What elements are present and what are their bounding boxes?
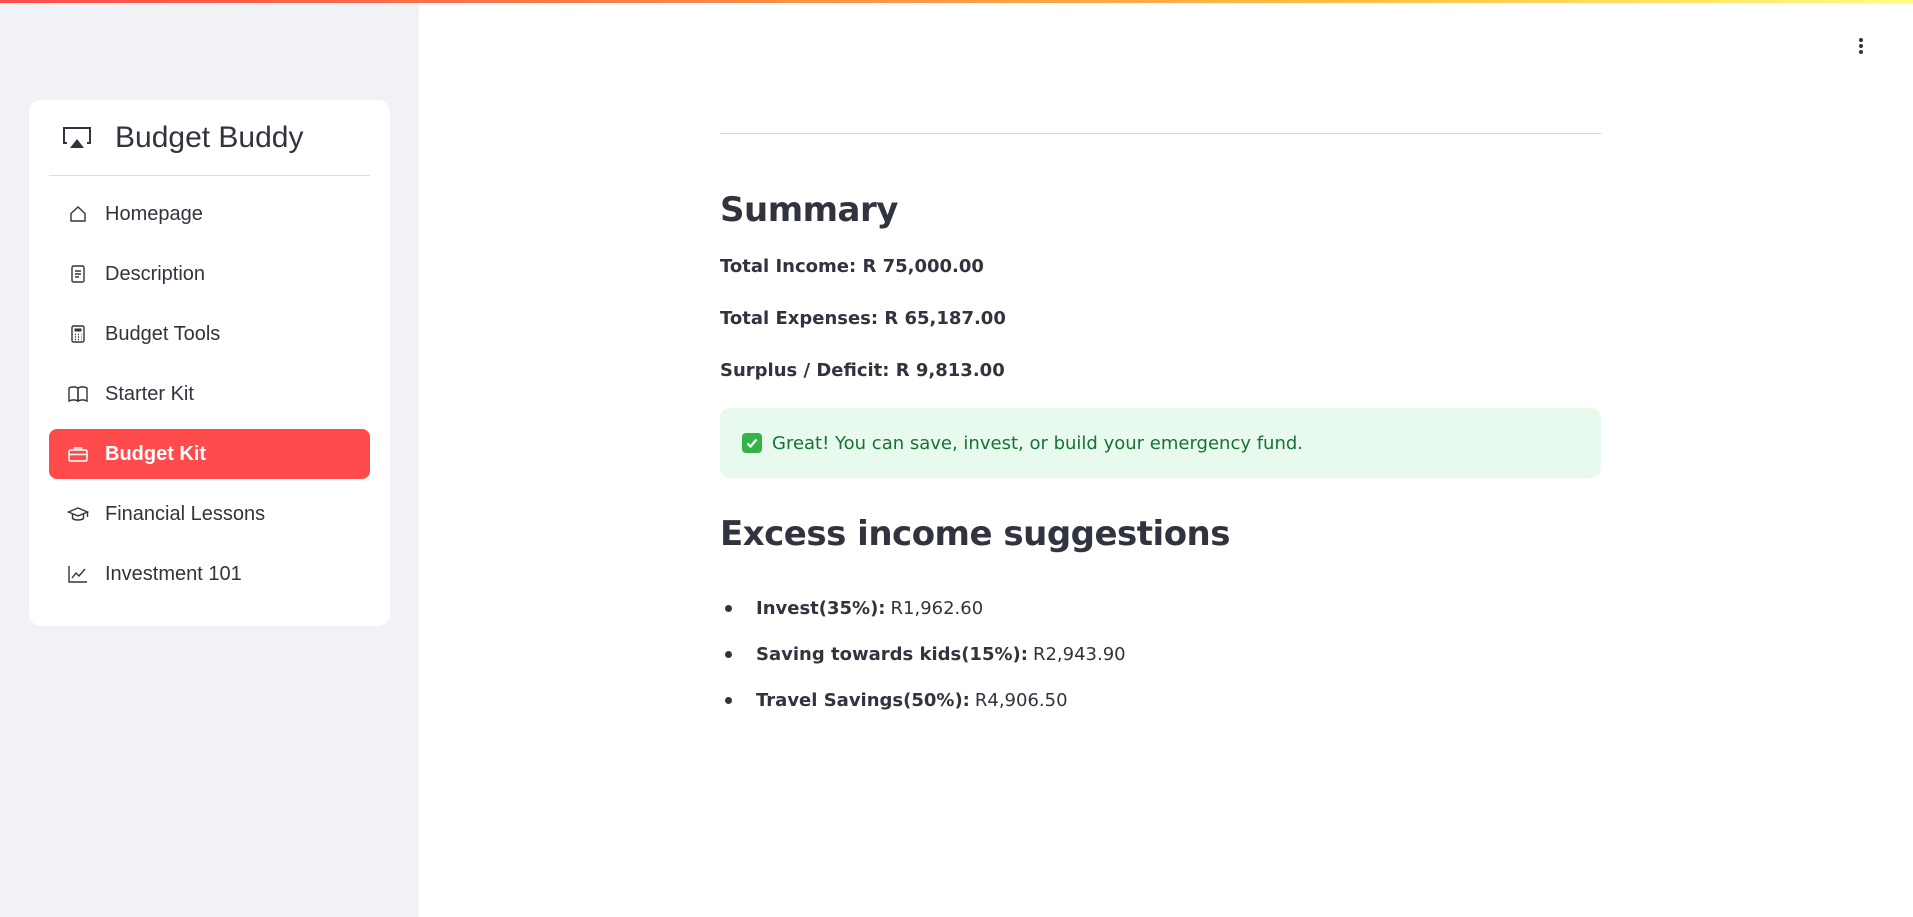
bullet-icon [725, 696, 732, 704]
app-title: Budget Buddy [115, 120, 304, 154]
divider [720, 133, 1601, 134]
surplus-deficit: Surplus / Deficit: R 9,813.00 [720, 360, 1005, 381]
nav-item-label: Budget Tools [105, 322, 221, 345]
top-decoration-bar [0, 0, 1913, 3]
nav-item-starter-kit[interactable]: Starter Kit [49, 369, 370, 419]
briefcase-icon [67, 443, 89, 465]
nav-item-label: Description [105, 262, 206, 285]
total-expenses-value: R 65,187.00 [884, 308, 1006, 329]
brand-header: Budget Buddy [49, 100, 370, 176]
success-alert: Great! You can save, invest, or build yo… [720, 408, 1601, 478]
nav-item-label: Homepage [105, 202, 203, 225]
graduation-cap-icon [67, 503, 89, 525]
suggestion-label: Saving towards kids(15%): [756, 643, 1028, 665]
excess-income-heading: Excess income suggestions [720, 514, 1231, 554]
document-icon [67, 263, 89, 285]
total-income-value: R 75,000.00 [862, 256, 984, 277]
nav-item-label: Financial Lessons [105, 502, 266, 525]
suggestion-value: R1,962.60 [890, 597, 984, 619]
book-icon [67, 383, 89, 405]
summary-heading: Summary [720, 190, 898, 230]
total-income: Total Income: R 75,000.00 [720, 256, 984, 277]
vertical-dots-icon[interactable] [1849, 34, 1873, 58]
nav-item-label: Starter Kit [105, 382, 194, 405]
bullet-icon [725, 604, 732, 612]
nav-item-investment-101[interactable]: Investment 101 [49, 549, 370, 599]
nav-item-label: Budget Kit [105, 442, 207, 465]
nav-item-homepage[interactable]: Homepage [49, 189, 370, 239]
suggestion-label: Invest(35%): [756, 597, 886, 619]
nav-item-budget-tools[interactable]: Budget Tools [49, 309, 370, 359]
nav-menu: Budget Buddy Homepage Description Budget… [29, 100, 390, 626]
bullet-icon [725, 650, 732, 658]
nav-item-description[interactable]: Description [49, 249, 370, 299]
total-expenses-label: Total Expenses: [720, 308, 879, 329]
total-expenses: Total Expenses: R 65,187.00 [720, 308, 1006, 329]
surplus-deficit-label: Surplus / Deficit: [720, 360, 890, 381]
home-icon [67, 203, 89, 225]
nav-item-budget-kit[interactable]: Budget Kit [49, 429, 370, 479]
line-chart-icon [67, 563, 89, 585]
check-mark-icon [742, 433, 762, 453]
airplay-icon [61, 124, 97, 152]
nav-item-financial-lessons[interactable]: Financial Lessons [49, 489, 370, 539]
alert-message: Great! You can save, invest, or build yo… [772, 432, 1304, 454]
suggestion-list: Invest(35%): R1,962.60 Saving towards ki… [720, 580, 1601, 728]
suggestion-value: R2,943.90 [1032, 643, 1126, 665]
total-income-label: Total Income: [720, 256, 857, 277]
suggestion-label: Travel Savings(50%): [756, 689, 970, 711]
calculator-icon [67, 323, 89, 345]
nav-list: Homepage Description Budget Tools Starte… [49, 189, 370, 609]
suggestion-value: R4,906.50 [974, 689, 1068, 711]
surplus-deficit-value: R 9,813.00 [895, 360, 1005, 381]
list-item: Travel Savings(50%): R4,906.50 [720, 672, 1601, 728]
sidebar: Budget Buddy Homepage Description Budget… [0, 0, 419, 917]
nav-item-label: Investment 101 [105, 562, 242, 585]
